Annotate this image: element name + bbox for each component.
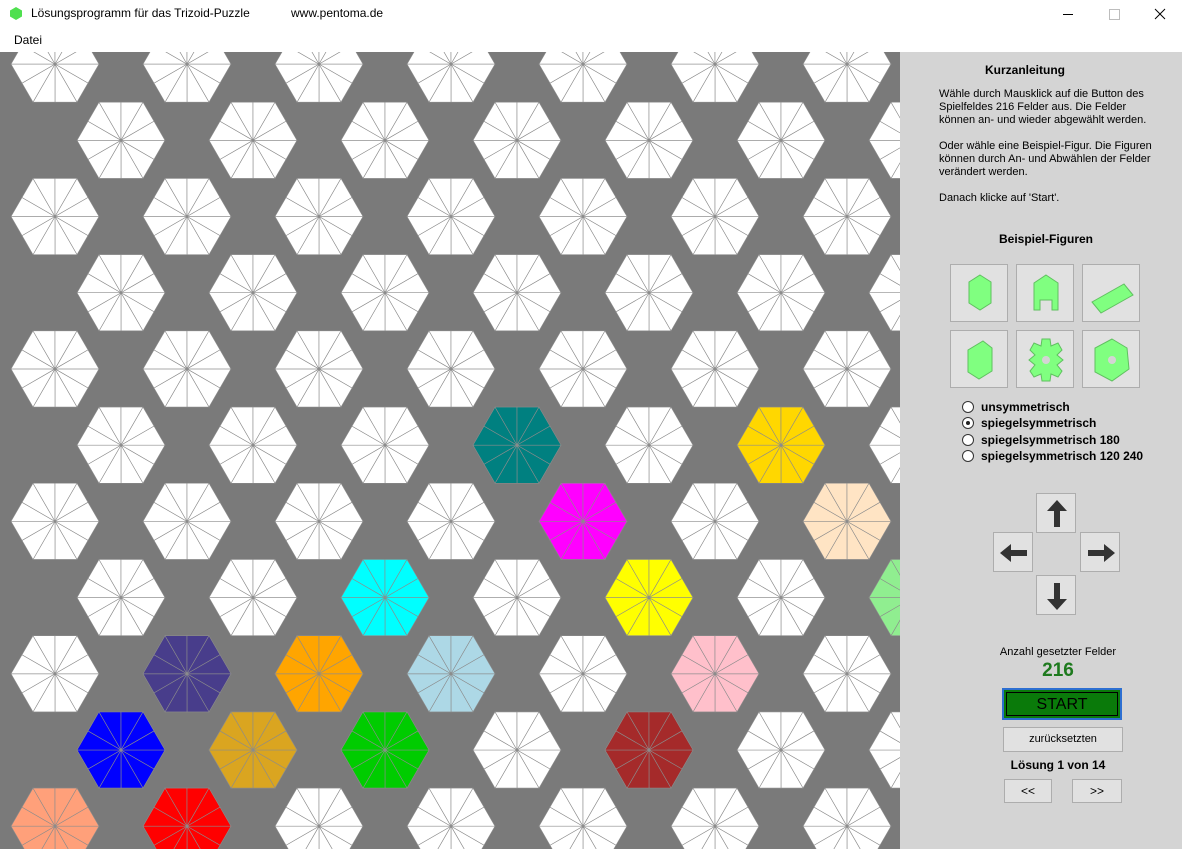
field-count-label: Anzahl gesetzter Felder bbox=[999, 646, 1117, 658]
window-title: Lösungsprogramm für das Trizoid-Puzzle bbox=[31, 6, 250, 20]
maximize-icon bbox=[1109, 9, 1120, 20]
start-button[interactable]: START bbox=[1002, 688, 1122, 720]
example-gear-button[interactable] bbox=[1016, 330, 1074, 388]
minimize-button[interactable] bbox=[1045, 0, 1091, 29]
reset-button[interactable]: zurücksetzten bbox=[1003, 727, 1123, 752]
radio-label: spiegelsymmetrisch 180 bbox=[981, 433, 1120, 447]
move-left-button[interactable] bbox=[993, 532, 1033, 572]
radio-circle[interactable] bbox=[962, 450, 974, 462]
previous-solution-button[interactable]: << bbox=[1004, 779, 1052, 803]
title-bar: Lösungsprogramm für das Trizoid-Puzzle w… bbox=[0, 0, 1182, 29]
example-ring-button[interactable] bbox=[1082, 330, 1140, 388]
example-parallelogram-button[interactable] bbox=[1082, 264, 1140, 322]
control-panel: Kurzanleitung Wähle durch Mausklick auf … bbox=[900, 52, 1182, 849]
house-figure-icon bbox=[1033, 274, 1059, 311]
instructions-line: verändert werden. bbox=[939, 166, 1028, 178]
radio-label: spiegelsymmetrisch bbox=[981, 416, 1097, 430]
puzzle-board bbox=[0, 52, 900, 849]
arrow-down-icon bbox=[1047, 583, 1067, 610]
example-hexagon-2-button[interactable] bbox=[950, 330, 1008, 388]
window-url: www.pentoma.de bbox=[291, 6, 384, 20]
gear-figure-icon bbox=[1028, 338, 1064, 382]
radio-label: spiegelsymmetrisch 120 240 bbox=[981, 449, 1144, 463]
app-icon bbox=[10, 7, 22, 20]
start-button-label: START bbox=[1006, 692, 1118, 716]
instructions-paragraph-1: Wähle durch Mausklick auf die Button des… bbox=[939, 88, 1169, 127]
example-hexagon-button[interactable] bbox=[950, 264, 1008, 322]
radio-circle[interactable] bbox=[962, 434, 974, 446]
maximize-button[interactable] bbox=[1091, 0, 1137, 29]
board-grid[interactable] bbox=[0, 52, 900, 849]
move-up-button[interactable] bbox=[1036, 493, 1076, 533]
instructions-line: Spielfeldes 216 Felder aus. Die Felder bbox=[939, 101, 1127, 113]
move-right-button[interactable] bbox=[1080, 532, 1120, 572]
field-count-value: 216 bbox=[1042, 660, 1074, 681]
examples-title: Beispiel-Figuren bbox=[998, 232, 1093, 246]
radio-circle[interactable] bbox=[962, 401, 974, 413]
instructions-line: können an- und wieder abgewählt werden. bbox=[939, 114, 1147, 126]
ring-figure-icon bbox=[1094, 338, 1130, 382]
instructions-line: Oder wähle eine Beispiel-Figur. Die Figu… bbox=[939, 140, 1152, 152]
parallelogram-figure-icon bbox=[1091, 283, 1134, 314]
instructions-line: Wähle durch Mausklick auf die Button des bbox=[939, 88, 1144, 100]
radio-label: unsymmetrisch bbox=[981, 400, 1070, 414]
arrow-left-icon bbox=[1000, 544, 1027, 562]
instructions-line: Danach klicke auf 'Start'. bbox=[939, 192, 1060, 204]
instructions-title: Kurzanleitung bbox=[985, 63, 1065, 77]
arrow-right-icon bbox=[1088, 544, 1115, 562]
close-button[interactable] bbox=[1137, 0, 1182, 29]
instructions-paragraph-2: Oder wähle eine Beispiel-Figur. Die Figu… bbox=[939, 140, 1169, 179]
hexagon-figure-icon bbox=[968, 274, 992, 311]
instructions-paragraph-3: Danach klicke auf 'Start'. bbox=[939, 192, 1169, 205]
next-solution-button[interactable]: >> bbox=[1072, 779, 1122, 803]
radio-selected-dot bbox=[966, 421, 970, 425]
instructions-line: können durch An- und Abwählen der Felder bbox=[939, 153, 1151, 165]
radio-circle-selected[interactable] bbox=[962, 417, 974, 429]
menu-bar: Datei bbox=[0, 29, 1182, 52]
hexagon-figure-icon bbox=[967, 340, 993, 380]
menu-datei[interactable]: Datei bbox=[14, 33, 42, 47]
minimize-icon bbox=[1063, 14, 1073, 15]
arrow-up-icon bbox=[1047, 500, 1067, 527]
solution-counter: Lösung 1 von 14 bbox=[1010, 758, 1106, 772]
move-down-button[interactable] bbox=[1036, 575, 1076, 615]
close-icon bbox=[1154, 8, 1166, 20]
example-house-button[interactable] bbox=[1016, 264, 1074, 322]
